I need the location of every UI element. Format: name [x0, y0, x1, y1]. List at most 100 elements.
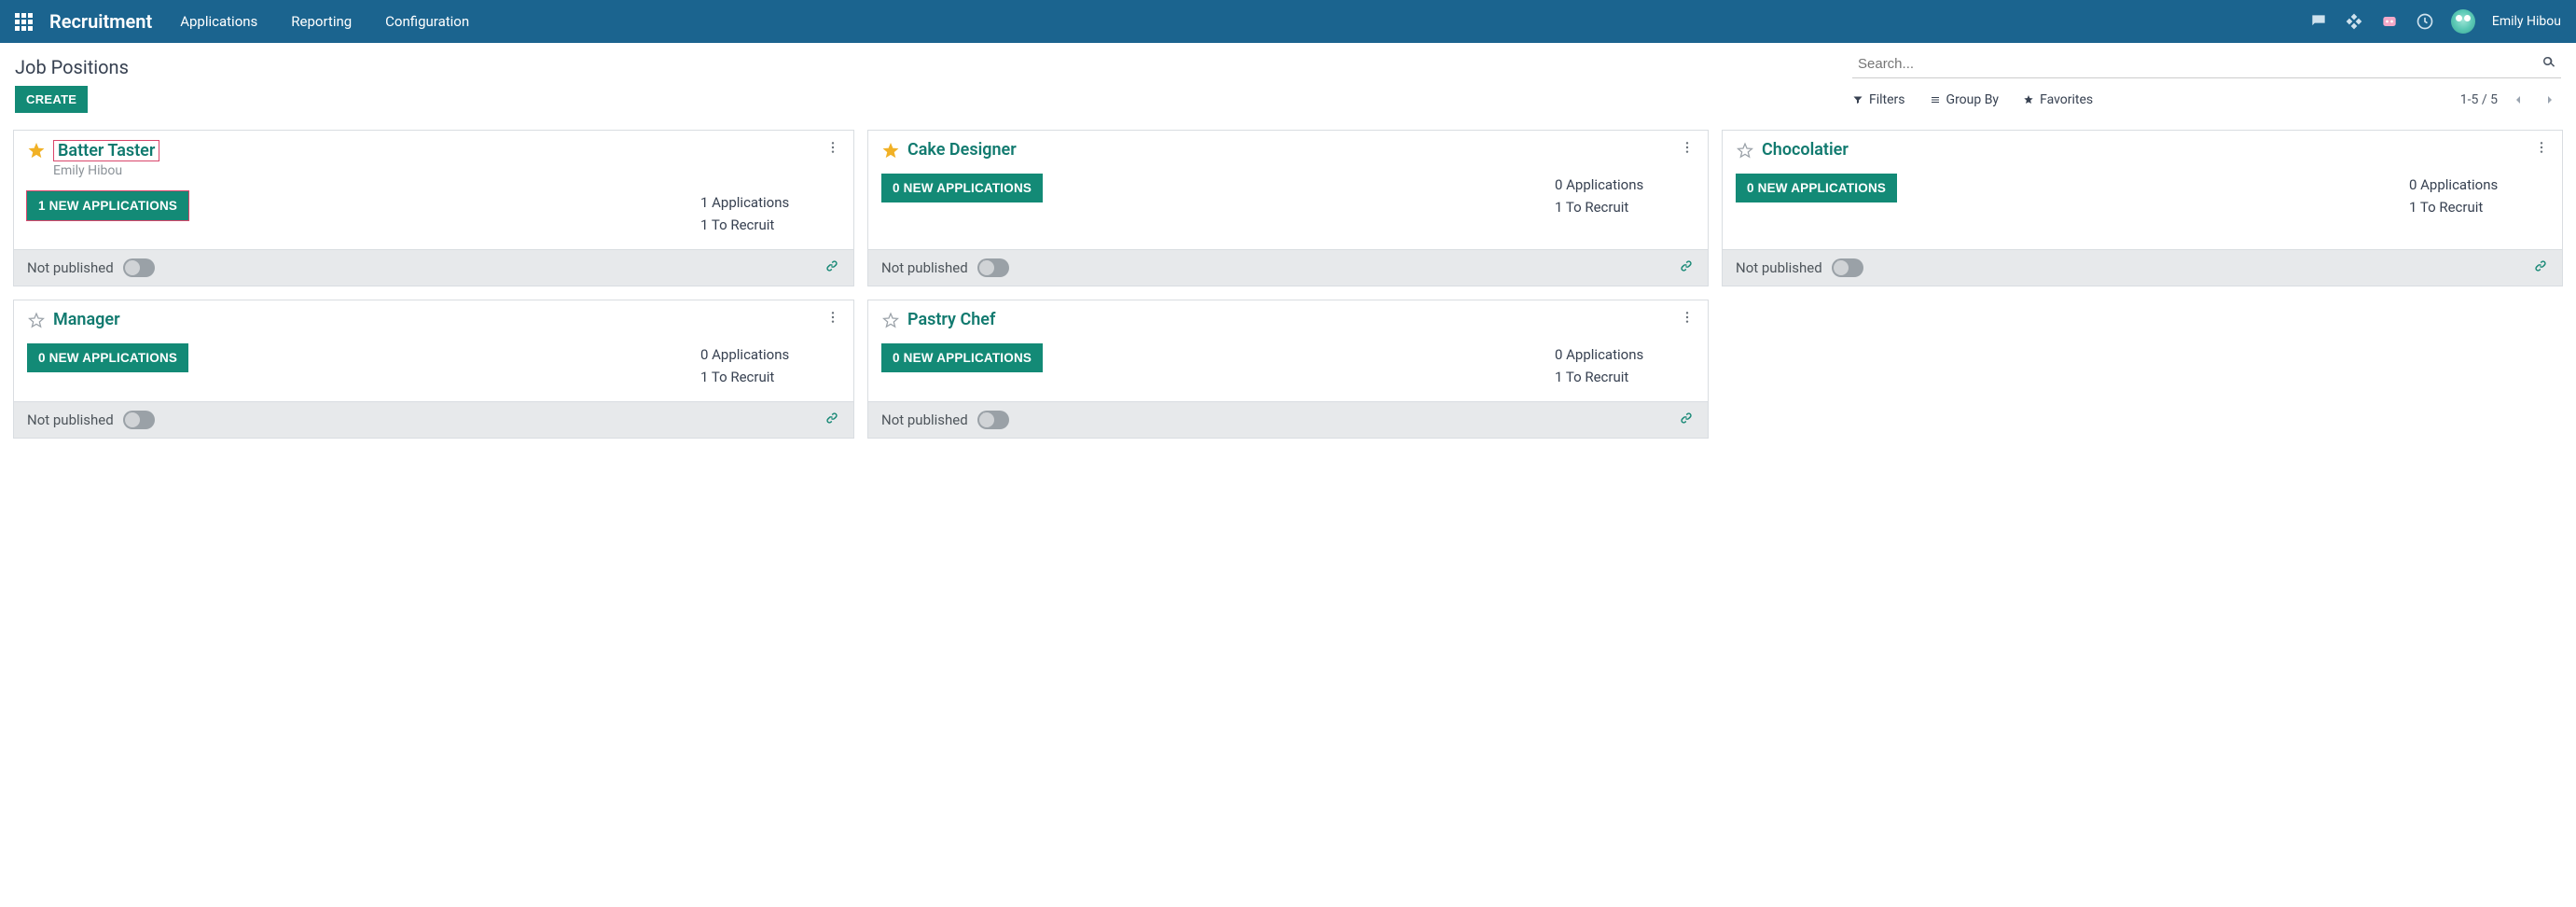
applications-count: 1 Applications: [700, 191, 803, 214]
publish-label: Not published: [1736, 259, 1822, 276]
filters-label: Filters: [1869, 92, 1905, 107]
favorites-button[interactable]: Favorites: [2023, 89, 2093, 111]
to-recruit-count: 1 To Recruit: [700, 366, 803, 388]
website-link-button[interactable]: [824, 410, 840, 430]
search-icon[interactable]: [2541, 54, 2557, 71]
clock-icon[interactable]: [2416, 12, 2434, 31]
chevron-left-icon: [2511, 92, 2526, 107]
kebab-icon: [2534, 140, 2549, 155]
star-icon: [2023, 94, 2034, 105]
kebab-icon: [825, 310, 840, 325]
publish-toggle[interactable]: [1832, 258, 1863, 277]
job-card: Manager 0 NEW APPLICATIONS 0 Applications1…: [13, 300, 854, 439]
publish-toggle[interactable]: [123, 411, 155, 429]
link-icon: [2532, 258, 2549, 274]
nav-links: Applications Reporting Configuration: [180, 13, 469, 30]
card-menu-button[interactable]: [825, 310, 840, 328]
publish-label: Not published: [881, 412, 968, 428]
job-title[interactable]: Manager: [53, 310, 120, 329]
link-icon: [1678, 258, 1695, 274]
job-card: Chocolatier 0 NEW APPLICATIONS 0 Applicati…: [1722, 130, 2563, 286]
website-link-button[interactable]: [2532, 258, 2549, 278]
job-title[interactable]: Cake Designer: [907, 140, 1017, 160]
applications-count: 0 Applications: [1555, 343, 1657, 366]
nav-right: Emily Hibou: [2309, 9, 2561, 34]
job-title[interactable]: Batter Taster: [53, 140, 159, 161]
applications-count: 0 Applications: [2409, 174, 2512, 196]
create-button[interactable]: CREATE: [15, 86, 88, 113]
pager: 1-5 / 5: [2460, 89, 2561, 111]
pager-next[interactable]: [2539, 89, 2561, 111]
modules-icon[interactable]: [2345, 12, 2363, 31]
avatar[interactable]: [2451, 9, 2475, 34]
link-icon: [824, 410, 840, 426]
card-footer: Not published: [868, 401, 1708, 438]
job-stats: 0 Applications1 To Recruit: [1555, 174, 1695, 218]
card-menu-button[interactable]: [1680, 310, 1695, 328]
job-title[interactable]: Pastry Chef: [907, 310, 995, 329]
job-title[interactable]: Chocolatier: [1762, 140, 1849, 160]
publish-label: Not published: [27, 259, 114, 276]
app-brand[interactable]: Recruitment: [49, 10, 152, 33]
chat-icon[interactable]: [2309, 12, 2328, 31]
job-card: Cake Designer 0 NEW APPLICATIONS 0 Applica…: [867, 130, 1709, 286]
website-link-button[interactable]: [1678, 258, 1695, 278]
apps-icon[interactable]: [15, 13, 33, 31]
favorite-star[interactable]: [1736, 142, 1754, 160]
user-name[interactable]: Emily Hibou: [2492, 14, 2561, 29]
nav-link-reporting[interactable]: Reporting: [291, 13, 352, 30]
kebab-icon: [1680, 310, 1695, 325]
publish-label: Not published: [881, 259, 968, 276]
link-icon: [1678, 410, 1695, 426]
card-footer: Not published: [1723, 249, 2562, 286]
website-link-button[interactable]: [824, 258, 840, 278]
favorite-star[interactable]: [881, 142, 900, 160]
website-link-button[interactable]: [1678, 410, 1695, 430]
card-footer: Not published: [14, 249, 853, 286]
publish-toggle[interactable]: [123, 258, 155, 277]
new-applications-button[interactable]: 0 NEW APPLICATIONS: [881, 174, 1043, 202]
kebab-icon: [1680, 140, 1695, 155]
new-applications-button[interactable]: 0 NEW APPLICATIONS: [27, 343, 188, 372]
card-footer: Not published: [868, 249, 1708, 286]
kebab-icon: [825, 140, 840, 155]
to-recruit-count: 1 To Recruit: [700, 214, 803, 236]
favorites-label: Favorites: [2040, 92, 2093, 107]
groupby-label: Group By: [1946, 92, 2000, 107]
card-menu-button[interactable]: [1680, 140, 1695, 159]
pager-text: 1-5 / 5: [2460, 92, 2498, 107]
nav-link-applications[interactable]: Applications: [180, 13, 257, 30]
list-icon: [1930, 94, 1941, 105]
bot-icon[interactable]: [2380, 12, 2399, 31]
control-panel: Job Positions CREATE Filters Group By Fa…: [0, 43, 2576, 120]
publish-toggle[interactable]: [977, 258, 1009, 277]
applications-count: 0 Applications: [1555, 174, 1657, 196]
card-menu-button[interactable]: [2534, 140, 2549, 159]
new-applications-button[interactable]: 0 NEW APPLICATIONS: [881, 343, 1043, 372]
favorite-star[interactable]: [27, 142, 46, 160]
funnel-icon: [1852, 94, 1863, 105]
job-card: Pastry Chef 0 NEW APPLICATIONS 0 Applicati…: [867, 300, 1709, 439]
card-menu-button[interactable]: [825, 140, 840, 159]
to-recruit-count: 1 To Recruit: [2409, 196, 2512, 218]
nav-link-configuration[interactable]: Configuration: [385, 13, 469, 30]
link-icon: [824, 258, 840, 274]
favorite-star[interactable]: [881, 312, 900, 330]
favorite-star[interactable]: [27, 312, 46, 330]
new-applications-button[interactable]: 1 NEW APPLICATIONS: [27, 191, 188, 220]
applications-count: 0 Applications: [700, 343, 803, 366]
pager-prev[interactable]: [2507, 89, 2529, 111]
search-input[interactable]: [1852, 50, 2561, 78]
job-stats: 0 Applications1 To Recruit: [700, 343, 840, 388]
job-stats: 0 Applications1 To Recruit: [1555, 343, 1695, 388]
chevron-right-icon: [2542, 92, 2557, 107]
groupby-button[interactable]: Group By: [1930, 89, 2000, 111]
publish-toggle[interactable]: [977, 411, 1009, 429]
new-applications-button[interactable]: 0 NEW APPLICATIONS: [1736, 174, 1897, 202]
filters-button[interactable]: Filters: [1852, 89, 1905, 111]
job-card: Batter Taster Emily Hibou 1 NEW APPLICATIO…: [13, 130, 854, 286]
job-subtitle: Emily Hibou: [53, 163, 840, 178]
publish-label: Not published: [27, 412, 114, 428]
job-stats: 1 Applications1 To Recruit: [700, 191, 840, 236]
top-navbar: Recruitment Applications Reporting Confi…: [0, 0, 2576, 43]
